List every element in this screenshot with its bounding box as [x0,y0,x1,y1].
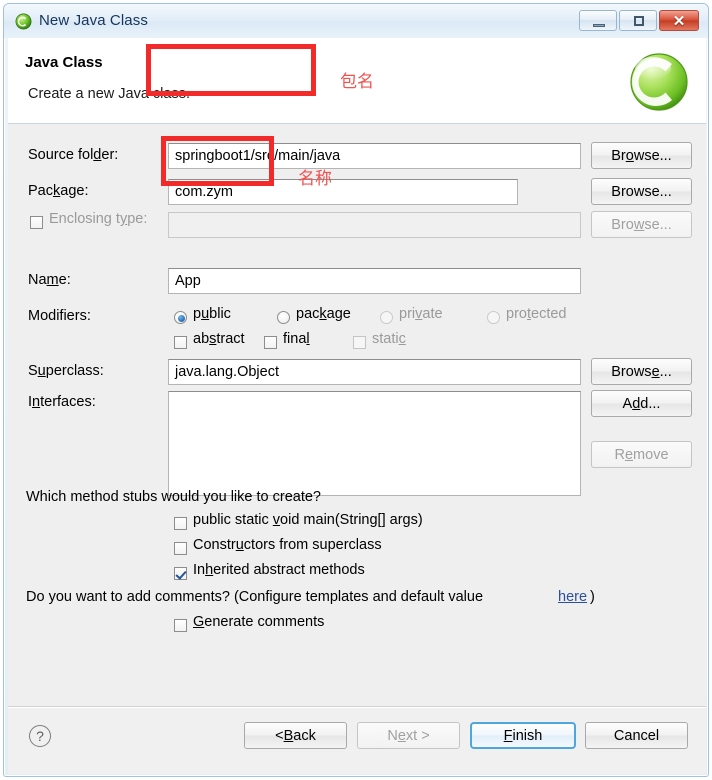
source-folder-browse-button[interactable]: Br o wse... [591,142,692,169]
java-class-icon [15,13,32,30]
name-annotation-text: 名称 [298,169,332,188]
configure-templates-link[interactable]: here [558,589,587,605]
help-icon[interactable]: ? [29,725,51,747]
new-java-class-dialog: New Java Class ✕ Java Class Create a new… [3,3,709,777]
modifier-radio-package[interactable] [277,311,290,324]
interfaces-label: Interfaces: [28,394,96,410]
cancel-button[interactable]: Cancel [585,722,688,749]
interfaces-add-button[interactable]: Ad d... [591,390,692,417]
modifier-label-final: final [283,331,310,347]
superclass-label: Superclass: [28,363,104,379]
comments-question: Do you want to add comments? (Configure … [26,589,484,605]
package-browse-button[interactable]: Browse... [591,178,692,205]
generate-comments-checkbox[interactable] [174,619,187,632]
modifier-radio-public[interactable] [174,311,187,324]
modifier-label-private: private [399,306,443,322]
modifier-label-public: public [193,306,231,322]
eclipse-c-logo [630,53,688,111]
modifiers-label: Modifiers: [28,308,91,324]
enclosing-type-browse-button: Bro w se... [591,211,692,238]
minimize-button[interactable] [579,10,617,31]
minimize-icon [593,24,605,27]
modifier-radio-private [380,311,393,324]
name-input[interactable]: App [168,268,581,294]
close-icon: ✕ [672,13,686,30]
enclosing-type-input[interactable] [168,212,581,238]
maximize-icon [634,16,644,26]
back-button[interactable]: < Back [244,722,347,749]
superclass-browse-button[interactable]: Brows e... [591,358,692,385]
interfaces-listbox[interactable] [168,391,581,496]
interfaces-remove-button: Re move [591,441,692,468]
comments-question-suffix: ) [590,589,595,605]
dialog-body: Source folder: springboot1/src/main/java… [8,124,706,706]
source-folder-label: Source folder: [28,147,119,163]
modifier-label-static: static [372,331,406,347]
generate-comments-label: Generate comments [193,614,325,630]
stub-label-constructors: Constructors from superclass [193,537,382,553]
close-button[interactable]: ✕ [659,10,699,31]
title-bar: New Java Class ✕ [4,4,708,38]
stub-checkbox-constructors[interactable] [174,542,187,555]
finish-button[interactable]: Finish [470,722,576,749]
next-button: Ne xt > [357,722,460,749]
modifier-label-package: package [296,306,351,322]
name-label: Name: [28,272,71,288]
stub-checkbox-main-method[interactable] [174,517,187,530]
name-annotation-box [161,136,274,186]
superclass-input[interactable]: java.lang.Object [168,359,581,385]
modifier-checkbox-static [353,336,366,349]
stub-label-inherited-abstract: Inherited abstract methods [193,562,365,578]
enclosing-type-label: Enclosing type: [49,211,148,227]
window-title: New Java Class [39,12,148,29]
package-label: Package: [28,183,89,199]
modifier-checkbox-abstract[interactable] [174,336,187,349]
modifier-checkbox-final[interactable] [264,336,277,349]
modifier-radio-protected [487,311,500,324]
method-stubs-question: Which method stubs would you like to cre… [26,489,321,505]
stub-checkbox-inherited-abstract[interactable] [174,567,187,580]
maximize-button[interactable] [619,10,657,31]
modifier-label-protected: protected [506,306,567,322]
page-title: Java Class [25,54,103,71]
package-annotation-text: 包名 [340,72,374,91]
modifier-label-abstract: abstract [193,331,245,347]
package-annotation-box [146,44,316,96]
enclosing-type-checkbox[interactable] [30,216,43,229]
stub-label-main-method: public static void main(String[] args) [193,512,423,528]
